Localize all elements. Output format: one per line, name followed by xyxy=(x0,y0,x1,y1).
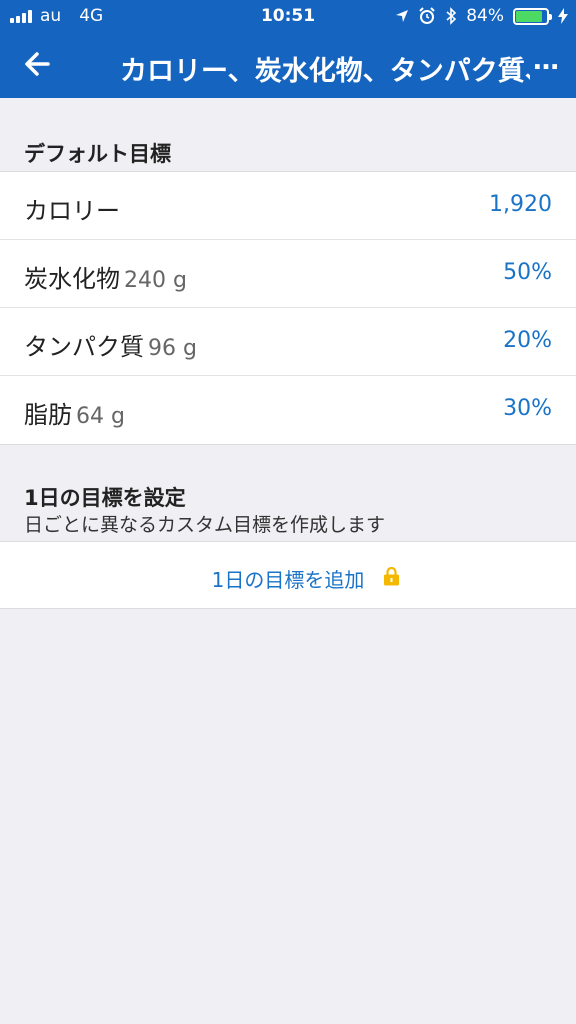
goal-value: 30% xyxy=(503,396,552,421)
goal-label: 炭水化物 240 g xyxy=(24,265,187,293)
add-daily-goal-button[interactable]: 1日の目標を追加 xyxy=(0,541,576,609)
add-daily-goal-label: 1日の目標を追加 xyxy=(211,568,365,592)
header: au 4G 10:51 84% カロリー、炭水化物、タンパク質、 … xyxy=(0,0,576,98)
goal-label: カロリー xyxy=(24,197,120,225)
default-goals-title: デフォルト目標 xyxy=(24,142,171,166)
goal-label: タンパク質 96 g xyxy=(24,333,197,361)
nav-bar: カロリー、炭水化物、タンパク質、 … xyxy=(0,34,576,98)
more-ellipsis: … xyxy=(533,46,560,76)
battery-percent: 84% xyxy=(466,6,504,26)
goal-value: 50% xyxy=(503,260,552,285)
location-arrow-icon xyxy=(396,10,409,22)
goal-row-carbs[interactable]: 炭水化物 240 g 50% xyxy=(0,240,576,308)
lock-icon xyxy=(384,566,399,586)
status-right: 84% xyxy=(395,6,568,26)
page-title: カロリー、炭水化物、タンパク質、 xyxy=(120,56,530,87)
goal-row-protein[interactable]: タンパク質 96 g 20% xyxy=(0,308,576,376)
default-goals-header: デフォルト目標 xyxy=(0,98,576,172)
alarm-icon xyxy=(419,7,435,24)
default-goals-list: カロリー 1,920 炭水化物 240 g 50% タンパク質 96 g 20% 脂… xyxy=(0,171,576,445)
daily-goals-title: 1日の目標を設定 xyxy=(24,486,186,510)
goal-value: 20% xyxy=(503,328,552,353)
status-bar: au 4G 10:51 84% xyxy=(0,0,576,34)
bluetooth-icon xyxy=(446,7,457,25)
daily-goals-header: 1日の目標を設定 日ごとに異なるカスタム目標を作成します xyxy=(0,442,576,542)
daily-goals-subtitle: 日ごとに異なるカスタム目標を作成します xyxy=(24,514,386,536)
back-arrow-icon[interactable] xyxy=(22,48,54,80)
goal-row-calories[interactable]: カロリー 1,920 xyxy=(0,172,576,240)
goal-value: 1,920 xyxy=(489,192,552,217)
battery-icon xyxy=(513,7,552,25)
goal-row-fat[interactable]: 脂肪 64 g 30% xyxy=(0,376,576,444)
charging-icon xyxy=(558,8,568,24)
goal-label: 脂肪 64 g xyxy=(24,401,125,429)
